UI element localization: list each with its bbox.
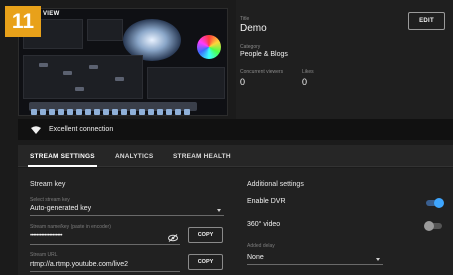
edit-button[interactable]: EDIT [408, 12, 445, 30]
stream-key-underline [30, 244, 180, 245]
stream-key-masked-value[interactable]: •••••••••••••••••••• [30, 233, 63, 239]
likes-label: Likes [302, 69, 314, 75]
tab-stream-settings[interactable]: STREAM SETTINGS [28, 145, 97, 167]
chevron-down-icon [217, 209, 221, 212]
select-stream-key-value[interactable]: Auto-generated key [30, 205, 91, 212]
concurrent-viewers-value: 0 [240, 77, 246, 87]
category-label: Category [240, 44, 261, 50]
connection-status-text: Excellent connection [49, 126, 114, 133]
hide-visibility-icon[interactable] [168, 234, 178, 242]
video-360-toggle[interactable] [424, 221, 442, 231]
wifi-icon [31, 125, 41, 134]
category-value: People & Blogs [240, 51, 288, 58]
stream-name-label: Stream name/key (paste in encoder) [30, 224, 111, 230]
likes-value: 0 [302, 77, 308, 87]
additional-settings-heading: Additional settings [247, 181, 304, 188]
tab-analytics[interactable]: ANALYTICS [115, 145, 153, 167]
select-stream-key-label: Select stream key [30, 197, 70, 203]
connection-status-bar: Excellent connection [18, 119, 453, 140]
color-wheel-graphic [197, 35, 221, 59]
enable-dvr-label: Enable DVR [247, 198, 286, 205]
delay-select-underline [247, 264, 383, 265]
added-delay-value[interactable]: None [247, 254, 264, 261]
stream-settings-panel: Stream key Select stream key Auto-genera… [18, 168, 453, 275]
copy-stream-url-button[interactable]: COPY [188, 254, 223, 270]
settings-tab-bar: STREAM SETTINGS ANALYTICS STREAM HEALTH [18, 145, 453, 167]
select-underline [30, 215, 224, 216]
stream-url-underline [30, 271, 180, 272]
stream-preview: VIEW [18, 8, 228, 116]
chevron-down-icon [376, 258, 380, 261]
title-value: Demo [240, 23, 267, 34]
stream-key-heading: Stream key [30, 181, 66, 188]
copy-stream-key-button[interactable]: COPY [188, 227, 223, 243]
preview-label: VIEW [43, 11, 60, 17]
title-label: Title [240, 16, 250, 22]
step-number-badge: 11 [5, 6, 41, 37]
enable-dvr-toggle[interactable] [426, 198, 444, 208]
video-360-label: 360° video [247, 221, 281, 228]
stream-url-label: Stream URL [30, 252, 58, 258]
stream-details-panel: Title Demo EDIT Category People & Blogs … [236, 0, 453, 120]
concurrent-viewers-label: Concurrent viewers [240, 69, 284, 75]
added-delay-label: Added delay [247, 243, 275, 249]
tab-stream-health[interactable]: STREAM HEALTH [173, 145, 231, 167]
stream-url-value[interactable]: rtmp://a.rtmp.youtube.com/live2 [30, 261, 128, 268]
